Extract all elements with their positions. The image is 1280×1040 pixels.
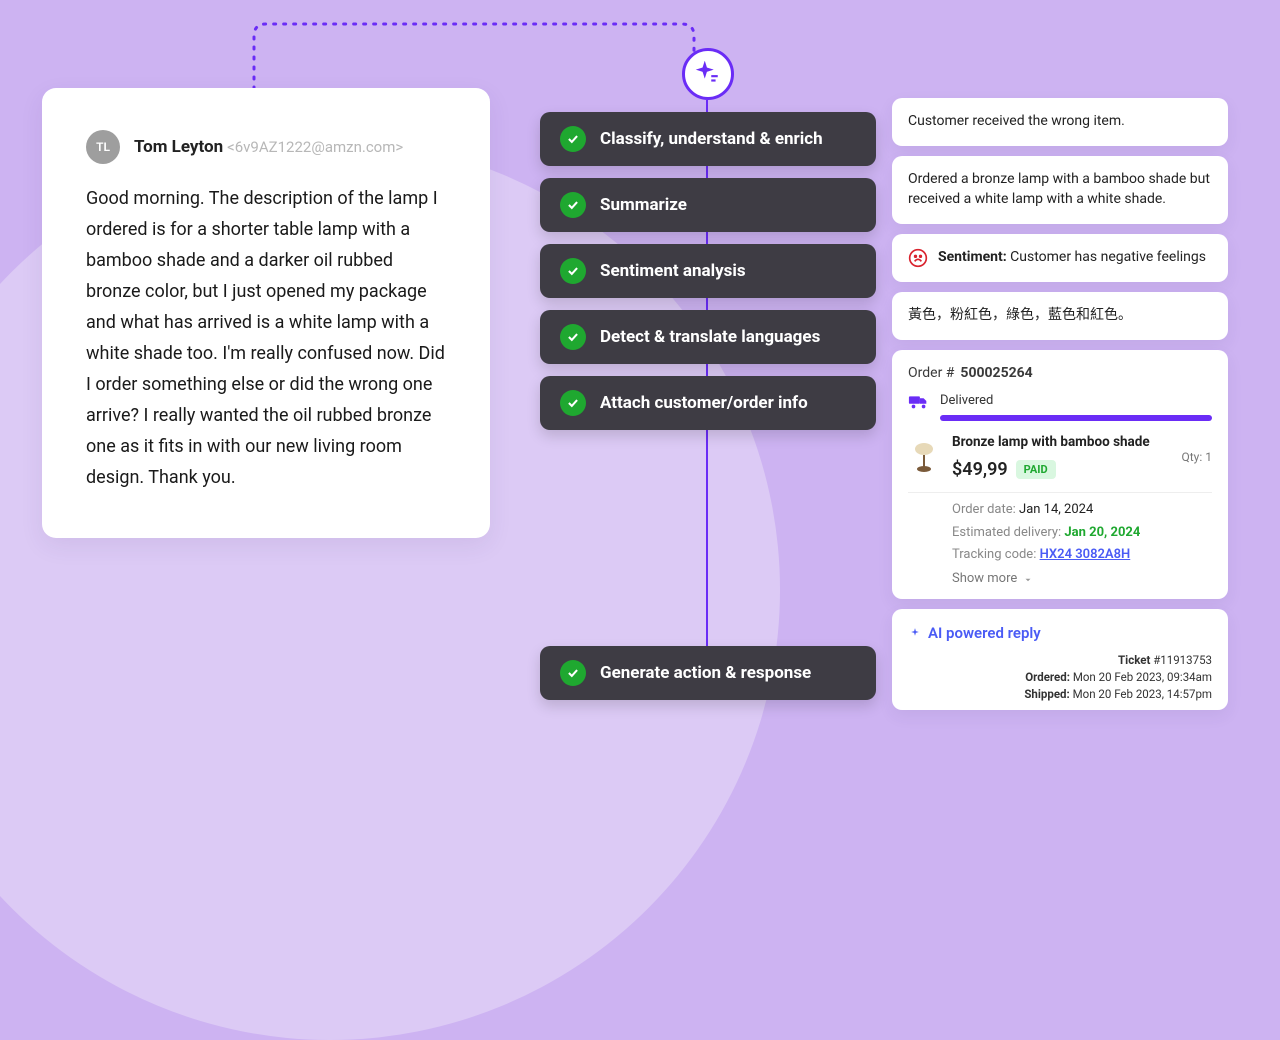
result-summary: Ordered a bronze lamp with a bamboo shad…: [892, 156, 1228, 224]
step-label: Summarize: [600, 195, 687, 215]
ai-reply-card: AI powered reply Ticket #11913753 Ordere…: [892, 609, 1228, 710]
truck-icon: [908, 391, 930, 411]
ai-reply-title: AI powered reply: [908, 623, 1212, 644]
chevron-down-icon: [1023, 575, 1033, 585]
item-price: $49,99: [952, 457, 1008, 483]
sentiment-text: Customer has negative feelings: [1007, 249, 1206, 265]
sender-email: <6v9AZ1222@amzn.com>: [227, 138, 403, 156]
order-eta-row: Estimated delivery: Jan 20, 2024: [952, 524, 1212, 542]
ai-sparkle-icon: [682, 48, 734, 100]
check-icon: [560, 126, 586, 152]
item-thumbnail: [908, 439, 940, 477]
tracking-link[interactable]: HX24 3082A8H: [1040, 547, 1131, 562]
order-item-row: Bronze lamp with bamboo shade $49,99 PAI…: [908, 433, 1212, 493]
check-icon: [560, 390, 586, 416]
step-label: Generate action & response: [600, 663, 811, 683]
sentiment-label: Sentiment:: [938, 249, 1007, 265]
sender-name: Tom Leyton: [134, 137, 223, 157]
step-label: Detect & translate languages: [600, 327, 820, 347]
order-info-card: Order # 500025264 Delivered: [892, 350, 1228, 599]
delivery-progress: [940, 415, 1212, 421]
delivery-status: Delivered: [940, 392, 993, 410]
step-label: Sentiment analysis: [600, 261, 746, 281]
avatar: TL: [86, 130, 120, 164]
item-name: Bronze lamp with bamboo shade: [952, 433, 1170, 452]
show-more-button[interactable]: Show more: [952, 570, 1212, 588]
step-attach-order[interactable]: Attach customer/order info: [540, 376, 876, 430]
step-translate[interactable]: Detect & translate languages: [540, 310, 876, 364]
check-icon: [560, 660, 586, 686]
ticket-meta: Ticket #11913753 Ordered: Mon 20 Feb 202…: [908, 652, 1212, 702]
order-number: 500025264: [960, 364, 1032, 384]
results-column: Customer received the wrong item. Ordere…: [892, 98, 1228, 710]
order-date-row: Order date: Jan 14, 2024: [952, 501, 1212, 519]
step-summarize[interactable]: Summarize: [540, 178, 876, 232]
workflow-column: Classify, understand & enrich Summarize …: [540, 48, 876, 700]
paid-badge: PAID: [1016, 460, 1056, 480]
check-icon: [560, 258, 586, 284]
order-tracking-row: Tracking code: HX24 3082A8H: [952, 546, 1212, 564]
check-icon: [560, 192, 586, 218]
step-classify[interactable]: Classify, understand & enrich: [540, 112, 876, 166]
order-header: Order # 500025264: [908, 364, 1212, 384]
step-label: Attach customer/order info: [600, 393, 808, 413]
email-card: TL Tom Leyton <6v9AZ1222@amzn.com> Good …: [42, 88, 490, 538]
sparkle-icon: [908, 627, 922, 641]
order-label: Order #: [908, 364, 954, 384]
email-header: TL Tom Leyton <6v9AZ1222@amzn.com>: [86, 130, 450, 164]
item-qty: Qty: 1: [1182, 449, 1213, 466]
email-body: Good morning. The description of the lam…: [86, 184, 450, 494]
result-classify: Customer received the wrong item.: [892, 98, 1228, 146]
step-label: Classify, understand & enrich: [600, 129, 823, 149]
step-generate-response[interactable]: Generate action & response: [540, 646, 876, 700]
step-sentiment[interactable]: Sentiment analysis: [540, 244, 876, 298]
check-icon: [560, 324, 586, 350]
sad-face-icon: [908, 248, 928, 268]
result-sentiment: Sentiment: Customer has negative feeling…: [892, 234, 1228, 282]
result-translate: 黃色，粉紅色，綠色，藍色和紅色。: [892, 292, 1228, 340]
